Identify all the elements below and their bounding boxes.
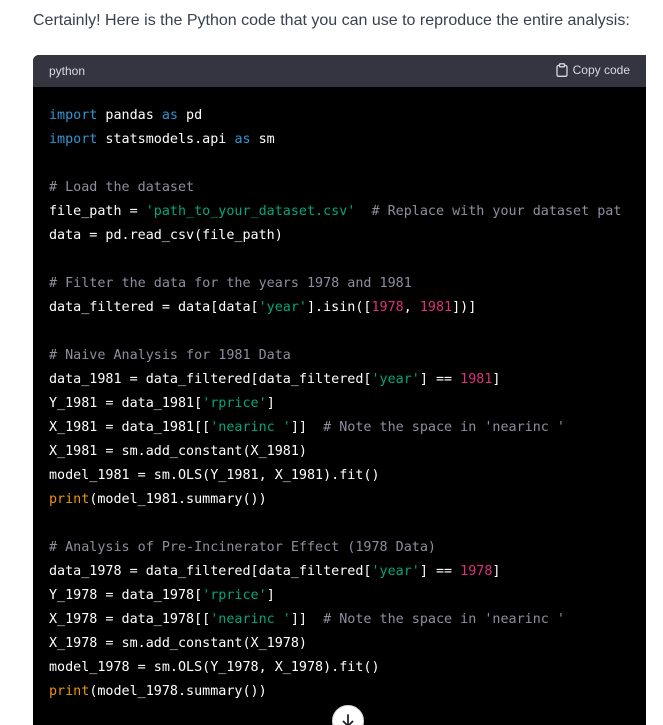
code-line: # Filter the data for the years 1978 and… <box>49 272 621 296</box>
chat-page: Certainly! Here is the Python code that … <box>0 0 663 725</box>
code-block: python Copy code import pandas as pd impo… <box>33 55 646 725</box>
code-token: data_filtered = data[data[ <box>49 300 259 315</box>
code-token: ])] <box>452 300 477 315</box>
code-token: , <box>403 300 420 315</box>
code-token: 1978 <box>460 564 493 579</box>
code-language-label: python <box>49 64 86 78</box>
code-token: statsmodels.api <box>97 132 235 147</box>
code-token: ] <box>266 396 275 411</box>
code-token: 1978 <box>371 300 404 315</box>
code-token: 'year' <box>258 300 307 315</box>
code-token: data_1981 = data_filtered[data_filtered[ <box>49 372 372 387</box>
code-token: import <box>49 108 98 123</box>
code-token: as <box>234 132 251 147</box>
code-token: ].isin([ <box>306 300 372 315</box>
code-token: Y_1978 = data_1978[ <box>49 588 203 603</box>
code-line: # Naive Analysis for 1981 Data <box>49 344 621 368</box>
code-line: data_1981 = data_filtered[data_filtered[… <box>49 368 621 392</box>
code-line: X_1981 = data_1981[['nearinc ']] # Note … <box>49 416 621 440</box>
code-token: pandas <box>97 108 162 123</box>
code-line: X_1978 = sm.add_constant(X_1978) <box>49 632 621 656</box>
code-line: data = pd.read_csv(file_path) <box>49 224 621 248</box>
code-token: 'rprice' <box>202 396 267 411</box>
code-line: data_filtered = data[data['year'].isin([… <box>49 296 621 320</box>
code-token: X_1978 = data_1978[[ <box>49 612 211 627</box>
code-token: ] == <box>419 564 461 579</box>
code-token: 'path_to_your_dataset.csv' <box>145 204 356 219</box>
code-line: import statsmodels.api as sm <box>49 128 621 152</box>
code-line: print(model_1981.summary()) <box>49 488 621 512</box>
code-line: Y_1981 = data_1981['rprice'] <box>49 392 621 416</box>
code-line: file_path = 'path_to_your_dataset.csv' #… <box>49 200 621 224</box>
code-line: Y_1978 = data_1978['rprice'] <box>49 584 621 608</box>
code-token: 1981 <box>460 372 493 387</box>
code-token: 'nearinc ' <box>210 612 291 627</box>
code-token: X_1981 = sm.add_constant(X_1981) <box>49 444 307 459</box>
code-block-header: python Copy code <box>33 55 646 87</box>
code-token: # Load the dataset <box>49 180 195 195</box>
code-line: import pandas as pd <box>49 104 621 128</box>
code-line: # Load the dataset <box>49 176 621 200</box>
code-line: data_1978 = data_filtered[data_filtered[… <box>49 560 621 584</box>
code-token: # Note the space in 'nearinc ' <box>323 420 565 435</box>
code-token: 'rprice' <box>202 588 267 603</box>
code-token: ] <box>492 372 501 387</box>
code-token: ] <box>266 588 275 603</box>
code-token: data_1978 = data_filtered[data_filtered[ <box>49 564 372 579</box>
code-token: 1981 <box>419 300 453 315</box>
code-line: model_1978 = sm.OLS(Y_1978, X_1978).fit(… <box>49 656 621 680</box>
code-token: # Filter the data for the years 1978 and… <box>49 276 412 291</box>
code-token: import <box>49 132 98 147</box>
code-token: ]] <box>290 420 324 435</box>
code-token: ] <box>492 564 501 579</box>
code-token: model_1981 = sm.OLS(Y_1981, X_1981).fit(… <box>49 468 380 483</box>
code-token: # Naive Analysis for 1981 Data <box>49 348 291 363</box>
code-token: sm <box>250 132 275 147</box>
code-line: X_1981 = sm.add_constant(X_1981) <box>49 440 621 464</box>
code-content[interactable]: import pandas as pd import statsmodels.ap… <box>49 104 621 704</box>
code-token: (model_1981.summary()) <box>89 492 267 507</box>
code-token: print <box>49 492 90 507</box>
code-token: 'year' <box>371 372 420 387</box>
copy-code-label: Copy code <box>572 63 630 77</box>
clipboard-icon <box>555 63 568 77</box>
code-token: # Replace with your dataset pat <box>371 204 622 219</box>
code-line: # Analysis of Pre-Incinerator Effect (19… <box>49 536 621 560</box>
code-token: model_1978 = sm.OLS(Y_1978, X_1978).fit(… <box>49 660 380 675</box>
code-token: file_path = <box>49 204 146 219</box>
code-line: print(model_1978.summary()) <box>49 680 621 704</box>
code-line: model_1981 = sm.OLS(Y_1981, X_1981).fit(… <box>49 464 621 488</box>
code-token: pd <box>178 108 203 123</box>
code-line: X_1978 = data_1978[['nearinc ']] # Note … <box>49 608 621 632</box>
code-token: X_1981 = data_1981[[ <box>49 420 211 435</box>
code-token: X_1978 = sm.add_constant(X_1978) <box>49 636 307 651</box>
assistant-message-intro: Certainly! Here is the Python code that … <box>33 12 630 29</box>
code-token: ] == <box>419 372 461 387</box>
code-token: as <box>161 108 178 123</box>
code-token: # Analysis of Pre-Incinerator Effect (19… <box>49 540 436 555</box>
code-token: print <box>49 684 90 699</box>
code-token: (model_1978.summary()) <box>89 684 267 699</box>
code-token: ]] <box>290 612 324 627</box>
copy-code-button[interactable]: Copy code <box>555 62 630 78</box>
code-token: 'nearinc ' <box>210 420 291 435</box>
code-token: Y_1981 = data_1981[ <box>49 396 203 411</box>
code-token: 'year' <box>371 564 420 579</box>
code-token: data = pd.read_csv(file_path) <box>49 228 283 243</box>
code-token: # Note the space in 'nearinc ' <box>323 612 565 627</box>
